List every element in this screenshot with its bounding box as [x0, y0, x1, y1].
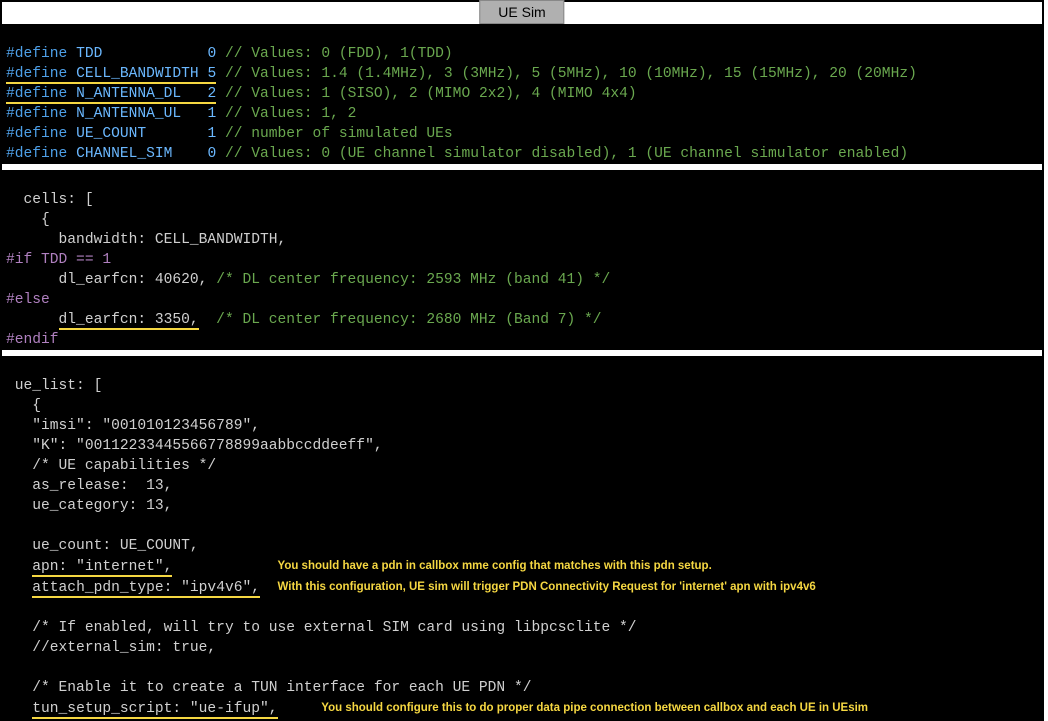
id: N_ANTENNA_UL	[76, 106, 181, 122]
line: "imsi": "001010123456789",	[6, 418, 260, 434]
line: {	[6, 212, 50, 228]
directive: #else	[6, 292, 50, 308]
id: CELL_BANDWIDTH	[76, 66, 199, 82]
annotation-pdn1: You should have a pdn in callbox mme con…	[278, 556, 712, 576]
highlight-earfcn: dl_earfcn: 3350,	[59, 312, 199, 330]
line: dl_earfcn: 40620,	[6, 272, 207, 288]
com: // Values: 1 (SISO), 2 (MIMO 2x2), 4 (MI…	[225, 86, 637, 102]
annotation-pdn2: With this configuration, UE sim will tri…	[278, 577, 816, 597]
val: 1	[207, 106, 216, 122]
com: // Values: 1.4 (1.4MHz), 3 (3MHz), 5 (5M…	[225, 66, 917, 82]
com: /* DL center frequency: 2593 MHz (band 4…	[207, 272, 610, 288]
id: N_ANTENNA_DL	[76, 86, 181, 102]
uelist-block: ue_list: [ { "imsi": "001010123456789", …	[2, 356, 1042, 719]
annotation-tun: You should configure this to do proper d…	[321, 698, 868, 718]
line: ue_count: UE_COUNT,	[6, 538, 199, 554]
highlight-apn: apn: "internet",	[32, 559, 172, 577]
line: //external_sim: true,	[6, 640, 216, 656]
val: 2	[207, 86, 216, 102]
line: ue_category: 13,	[6, 498, 172, 514]
line: /* Enable it to create a TUN interface f…	[6, 680, 531, 696]
pre	[6, 559, 32, 575]
kw: #define	[6, 86, 67, 102]
kw: #define	[6, 46, 67, 62]
pre	[6, 580, 32, 596]
line: bandwidth: CELL_BANDWIDTH,	[6, 232, 286, 248]
id: UE_COUNT	[76, 126, 146, 142]
val: 0	[207, 46, 216, 62]
id: TDD	[76, 46, 102, 62]
com: // Values: 0 (UE channel simulator disab…	[225, 146, 908, 162]
line: {	[6, 398, 41, 414]
directive: #if TDD == 1	[6, 252, 111, 268]
title-tab: UE Sim	[479, 0, 564, 24]
com: // Values: 1, 2	[225, 106, 356, 122]
directive: #endif	[6, 332, 59, 348]
line: "K": "00112233445566778899aabbccddeeff",	[6, 438, 383, 454]
val: 5	[207, 66, 216, 82]
line: ue_list: [	[6, 378, 102, 394]
line: as_release: 13,	[6, 478, 172, 494]
com: // Values: 0 (FDD), 1(TDD)	[225, 46, 453, 62]
defines-block: #define TDD 0 // Values: 0 (FDD), 1(TDD)…	[2, 24, 1042, 164]
line: cells: [	[6, 192, 94, 208]
line: /* UE capabilities */	[6, 458, 216, 474]
val: 1	[207, 126, 216, 142]
cells-block: cells: [ { bandwidth: CELL_BANDWIDTH, #i…	[2, 170, 1042, 350]
kw: #define	[6, 126, 67, 142]
pre	[6, 701, 32, 717]
kw: #define	[6, 106, 67, 122]
com: /* DL center frequency: 2680 MHz (Band 7…	[199, 312, 602, 328]
line: /* If enabled, will try to use external …	[6, 620, 637, 636]
line	[6, 312, 59, 328]
main-frame: UE Sim #define TDD 0 // Values: 0 (FDD),…	[0, 0, 1044, 721]
highlight-attach: attach_pdn_type: "ipv4v6",	[32, 580, 260, 598]
id: CHANNEL_SIM	[76, 146, 172, 162]
com: // number of simulated UEs	[225, 126, 453, 142]
val: 0	[207, 146, 216, 162]
kw: #define	[6, 146, 67, 162]
kw: #define	[6, 66, 67, 82]
highlight-tun: tun_setup_script: "ue-ifup",	[32, 701, 277, 719]
